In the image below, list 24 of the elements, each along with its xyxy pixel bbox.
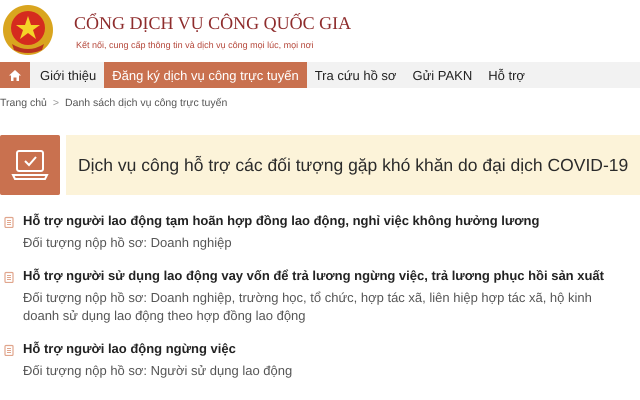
home-icon	[8, 68, 22, 82]
laptop-check-icon	[11, 149, 49, 181]
site-title: CỔNG DỊCH VỤ CÔNG QUỐC GIA	[74, 12, 352, 34]
nav-tab[interactable]: Đăng ký dịch vụ công trực tuyến	[104, 62, 307, 88]
breadcrumb-link[interactable]: Danh sách dịch vụ công trực tuyến	[65, 97, 228, 109]
site-tagline: Kết nối, cung cấp thông tin và dịch vụ công mọi lúc, mọi nơi	[76, 40, 315, 50]
clipboard-icon	[4, 271, 14, 283]
service-title[interactable]: Hỗ trợ người lao động ngừng việc	[23, 341, 292, 356]
clipboard-icon	[4, 344, 14, 356]
service-subject: Đối tượng nộp hồ sơ: Người sử dụng lao động	[23, 362, 292, 380]
clipboard-icon	[4, 216, 14, 228]
home-button[interactable]	[0, 62, 30, 88]
emblem-icon	[2, 4, 54, 56]
breadcrumb-link[interactable]: Trang chủ	[0, 97, 47, 109]
breadcrumb-separator: >	[52, 97, 60, 109]
nav-tab[interactable]: Hỗ trợ	[480, 62, 533, 88]
nav-tab[interactable]: Giới thiệu	[32, 62, 104, 88]
service-subject: Đối tượng nộp hồ sơ: Doanh nghiệp, trường học, tổ chức, hợp tác xã, liên hiệp hợp tác xã, hộ kinh doanh sử dụng lao động theo hợp đồng lao động	[23, 289, 593, 325]
banner-title: Dịch vụ công hỗ trợ các đối tượng gặp khó khăn do đại dịch COVID-19	[78, 154, 628, 176]
service-title[interactable]: Hỗ trợ người lao động tạm hoãn hợp đồng lao động, nghỉ việc không hưởng lương	[23, 213, 540, 228]
service-subject: Đối tượng nộp hồ sơ: Doanh nghiệp	[23, 234, 233, 252]
service-title[interactable]: Hỗ trợ người sử dụng lao động vay vốn để trả lương ngừng việc, trả lương phục hồi sản xuất	[23, 268, 623, 283]
nav-tab[interactable]: Tra cứu hồ sơ	[306, 62, 404, 88]
nav-tab[interactable]: Gửi PAKN	[404, 62, 480, 88]
